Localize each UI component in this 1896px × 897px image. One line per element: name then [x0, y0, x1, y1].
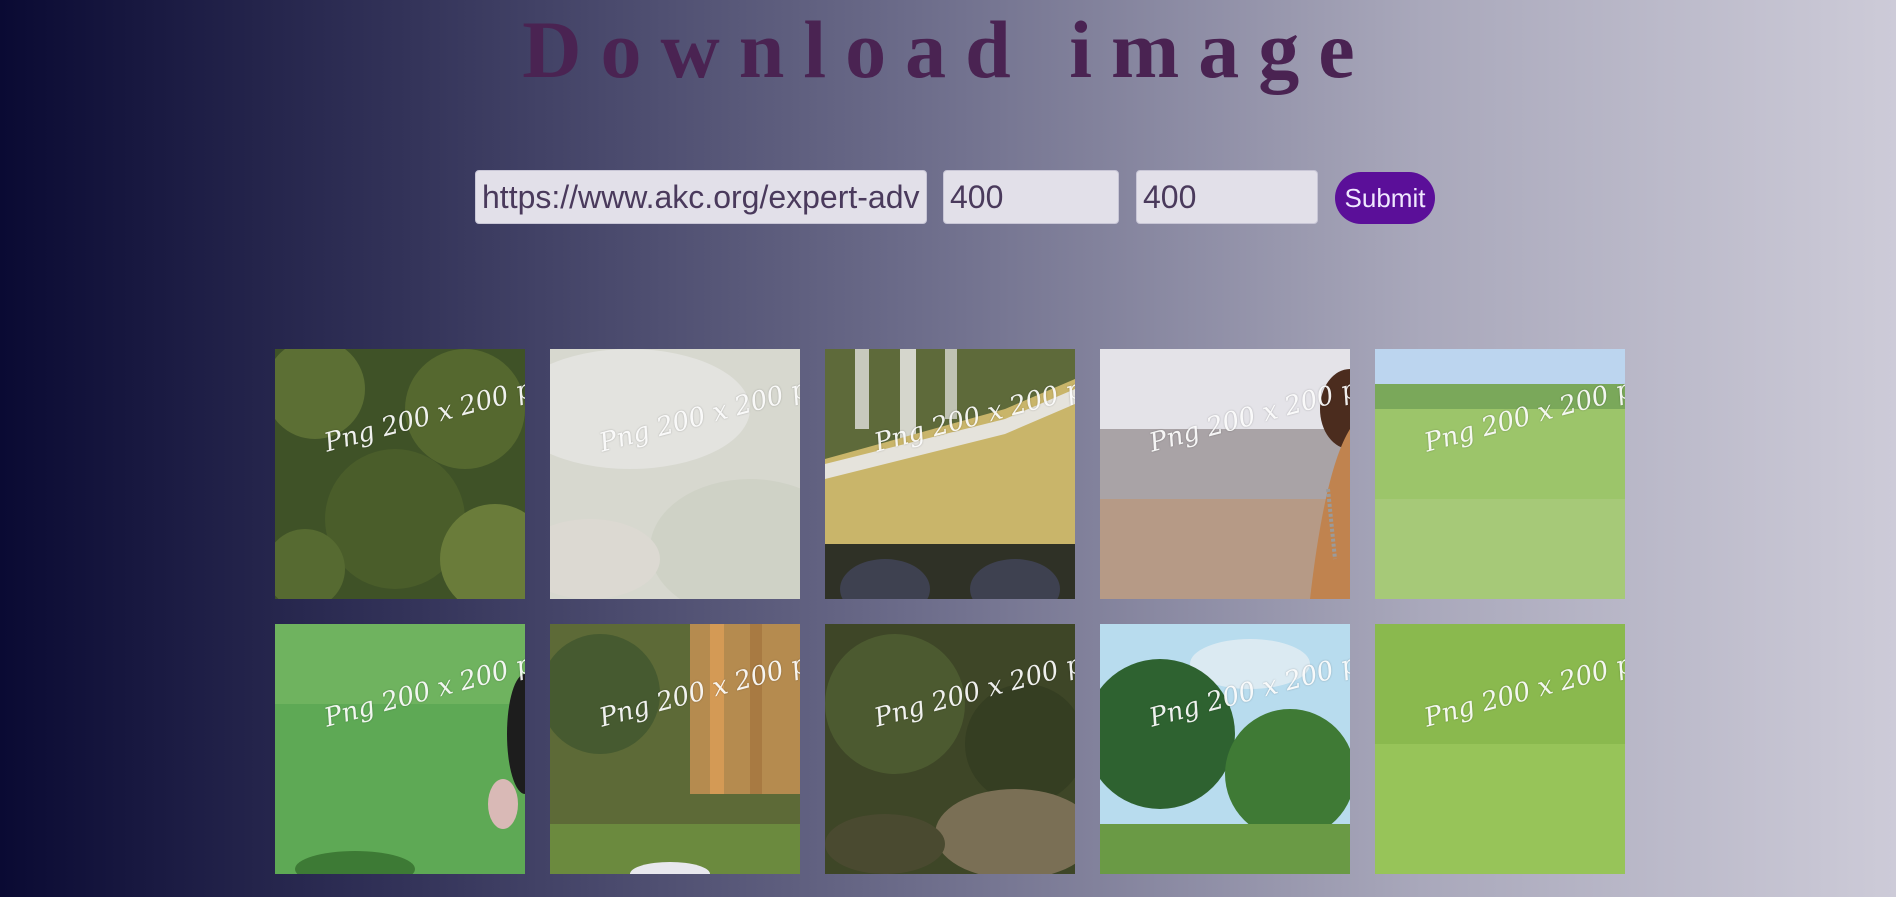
download-form: Submit — [0, 170, 1896, 224]
image-tile-4[interactable]: Png 200 x 200 px — [1100, 349, 1350, 599]
submit-button[interactable]: Submit — [1335, 172, 1435, 224]
image-tile-6[interactable]: Png 200 x 200 px — [275, 624, 525, 874]
image-tile-8[interactable]: Png 200 x 200 px — [825, 624, 1075, 874]
width-input[interactable] — [943, 170, 1119, 224]
image-tile-5[interactable]: Png 200 x 200 px — [1375, 349, 1625, 599]
height-input[interactable] — [1136, 170, 1318, 224]
image-tile-2[interactable]: Png 200 x 200 px — [550, 349, 800, 599]
page-title: Download image — [522, 4, 1374, 95]
image-tile-3[interactable]: Png 200 x 200 px — [825, 349, 1075, 599]
image-tile-1[interactable]: Png 200 x 200 px — [275, 349, 525, 599]
image-tile-10[interactable]: Png 200 x 200 px — [1375, 624, 1625, 874]
image-tile-7[interactable]: Png 200 x 200 px — [550, 624, 800, 874]
url-input[interactable] — [475, 170, 927, 224]
image-tile-9[interactable]: Png 200 x 200 px — [1100, 624, 1350, 874]
